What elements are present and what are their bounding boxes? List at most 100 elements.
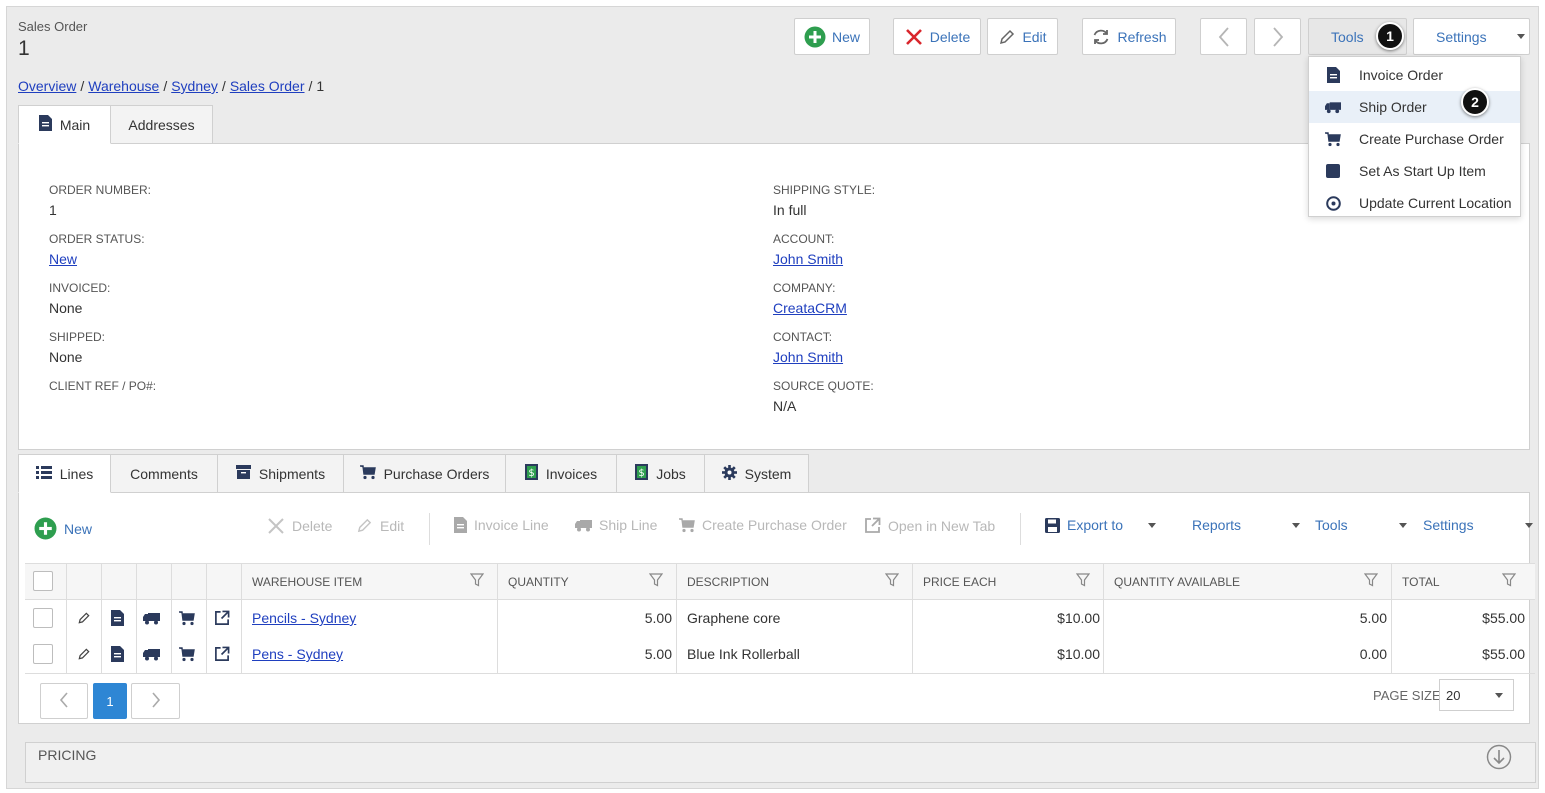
breadcrumb-sales-order[interactable]: Sales Order <box>230 78 305 94</box>
tab-shipments[interactable]: Shipments <box>217 454 344 493</box>
tab-addresses[interactable]: Addresses <box>110 105 213 144</box>
breadcrumb-sydney[interactable]: Sydney <box>171 78 218 94</box>
row-external-link-icon[interactable] <box>214 600 230 636</box>
tab-comments[interactable]: Comments <box>110 454 218 493</box>
warehouse-item-link[interactable]: Pens - Sydney <box>252 636 343 672</box>
pricing-section-header[interactable] <box>25 742 1536 783</box>
row-edit-pencil-icon[interactable] <box>77 600 91 636</box>
pager-next-button[interactable] <box>131 683 180 719</box>
next-record-button[interactable] <box>1254 18 1301 55</box>
lines-delete-button[interactable]: Delete <box>267 517 332 535</box>
row-cart-icon[interactable] <box>179 636 195 672</box>
lines-tools-button[interactable]: Tools <box>1315 517 1407 533</box>
tools-button-label: Tools <box>1331 28 1364 45</box>
delete-button-label: Delete <box>929 28 971 45</box>
tab-jobs-label: Jobs <box>656 465 686 482</box>
settings-menu-button[interactable]: Settings <box>1413 18 1530 55</box>
row-invoice-document-icon[interactable] <box>111 636 124 672</box>
row-edit-pencil-icon[interactable] <box>77 636 91 672</box>
invoice-line-button[interactable]: Invoice Line <box>454 517 549 533</box>
menu-item-update-current-location[interactable]: Update Current Location <box>1309 187 1520 219</box>
filter-icon[interactable] <box>1076 573 1090 587</box>
tab-jobs[interactable]: $ Jobs <box>616 454 705 493</box>
chevron-down-icon <box>1398 522 1407 528</box>
export-to-button[interactable]: Export to <box>1045 517 1157 533</box>
row-checkbox[interactable] <box>33 636 53 672</box>
breadcrumb-overview[interactable]: Overview <box>18 78 76 94</box>
select-all-checkbox[interactable] <box>33 571 53 591</box>
contact-link[interactable]: John Smith <box>773 349 843 365</box>
breadcrumb: Overview / Warehouse / Sydney / Sales Order/1 <box>18 78 325 94</box>
tab-system[interactable]: System <box>704 454 809 493</box>
column-header-total[interactable]: TOTAL <box>1402 563 1440 600</box>
menu-item-ship-order[interactable]: Ship Order <box>1309 91 1520 123</box>
tools-dropdown-menu: Invoice Order Ship Order Create Purchase… <box>1308 56 1521 217</box>
table-row: Pencils - Sydney 5.00 Graphene core $10.… <box>25 600 1535 636</box>
tab-invoices[interactable]: $ Invoices <box>505 454 617 493</box>
pager-page-1[interactable]: 1 <box>93 683 127 719</box>
row-checkbox[interactable] <box>33 600 53 636</box>
order-number-value: 1 <box>49 202 57 218</box>
lines-settings-button[interactable]: Settings <box>1423 517 1533 533</box>
page-size-select[interactable]: 20 <box>1439 679 1514 711</box>
filter-icon[interactable] <box>1502 573 1516 587</box>
expand-arrow-down-icon[interactable] <box>1486 744 1512 773</box>
refresh-button[interactable]: Refresh <box>1082 18 1176 55</box>
open-in-new-tab-label: Open in New Tab <box>888 517 996 534</box>
plus-circle-icon <box>34 517 57 540</box>
row-ship-truck-icon[interactable] <box>143 636 160 672</box>
column-header-warehouse-item[interactable]: WAREHOUSE ITEM <box>252 563 362 600</box>
lines-new-button[interactable]: New <box>34 517 92 540</box>
document-icon <box>1325 67 1341 83</box>
x-icon <box>904 27 924 47</box>
warehouse-item-link[interactable]: Pencils - Sydney <box>252 600 356 636</box>
step-callout-1: 1 <box>1376 22 1404 50</box>
menu-item-invoice-order[interactable]: Invoice Order <box>1309 59 1520 91</box>
ship-line-button[interactable]: Ship Line <box>575 517 657 533</box>
menu-item-label: Ship Order <box>1359 99 1427 115</box>
pencil-icon <box>356 517 373 534</box>
order-status-link[interactable]: New <box>49 251 77 267</box>
create-purchase-order-button[interactable]: Create Purchase Order <box>679 517 847 533</box>
column-header-quantity[interactable]: QUANTITY <box>508 563 569 600</box>
filter-icon[interactable] <box>885 573 899 587</box>
chevron-left-icon <box>59 691 69 711</box>
column-header-quantity-available[interactable]: QUANTITY AVAILABLE <box>1114 563 1240 600</box>
row-ship-truck-icon[interactable] <box>143 600 160 636</box>
column-header-description[interactable]: DESCRIPTION <box>687 563 769 600</box>
chevron-down-icon <box>1292 522 1301 528</box>
open-in-new-tab-button[interactable]: Open in New Tab <box>864 517 995 534</box>
square-icon <box>1325 164 1341 178</box>
list-icon <box>35 465 52 482</box>
pager-previous-button[interactable] <box>40 683 88 719</box>
reports-button[interactable]: Reports <box>1192 517 1301 533</box>
lines-edit-button[interactable]: Edit <box>356 517 404 534</box>
menu-item-create-purchase-order[interactable]: Create Purchase Order <box>1309 123 1520 155</box>
x-icon <box>267 517 285 535</box>
row-external-link-icon[interactable] <box>214 636 230 672</box>
reports-label: Reports <box>1192 517 1242 533</box>
filter-icon[interactable] <box>470 573 484 587</box>
menu-item-label: Set As Start Up Item <box>1359 163 1486 179</box>
row-cart-icon[interactable] <box>179 600 195 636</box>
breadcrumb-warehouse[interactable]: Warehouse <box>88 78 159 94</box>
page-size-label: PAGE SIZE <box>1373 688 1441 703</box>
new-button[interactable]: New <box>794 18 870 55</box>
tab-purchase-orders[interactable]: Purchase Orders <box>343 454 506 493</box>
account-link[interactable]: John Smith <box>773 251 843 267</box>
lines-settings-label: Settings <box>1423 517 1474 533</box>
filter-icon[interactable] <box>1364 573 1378 587</box>
tab-main[interactable]: Main <box>18 105 111 144</box>
column-header-price-each[interactable]: PRICE EACH <box>923 563 996 600</box>
menu-item-set-start-up-item[interactable]: Set As Start Up Item <box>1309 155 1520 187</box>
edit-button[interactable]: Edit <box>987 18 1058 55</box>
filter-icon[interactable] <box>649 573 663 587</box>
previous-record-button[interactable] <box>1200 18 1247 55</box>
svg-text:$: $ <box>639 468 645 479</box>
tab-lines[interactable]: Lines <box>18 454 111 493</box>
company-link[interactable]: CreataCRM <box>773 300 847 316</box>
delete-button[interactable]: Delete <box>893 18 981 55</box>
tab-purchase-orders-label: Purchase Orders <box>383 465 490 482</box>
shipped-value: None <box>49 349 83 365</box>
row-invoice-document-icon[interactable] <box>111 600 124 636</box>
